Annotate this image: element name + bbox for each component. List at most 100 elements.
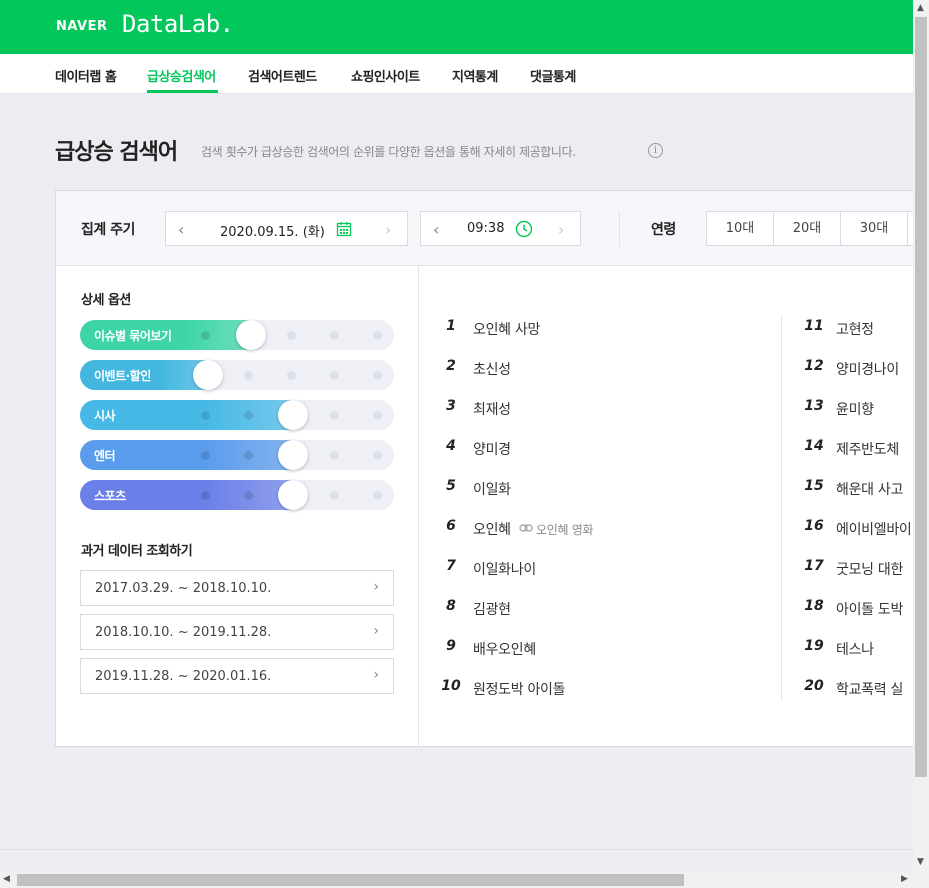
rank-keyword[interactable]: 에이비엘바이 [836,519,912,538]
date-prev-button[interactable]: ‹ [178,220,184,239]
age-30s-button[interactable]: 30대 [840,211,908,246]
related-keyword[interactable]: 오인혜 영화 [536,521,594,538]
rank-keyword[interactable]: 윤미향 [836,399,874,418]
rank-item[interactable]: 10 원정도박 아이돌 [441,678,741,698]
rank-keyword[interactable]: 오인혜 [473,519,511,538]
slider-step-dot[interactable] [201,411,210,420]
rank-keyword[interactable]: 굿모닝 대한 [836,559,903,578]
option-slider[interactable]: 시사 [80,400,394,430]
rank-item[interactable]: 14 제주반도체 [804,438,913,458]
rank-keyword[interactable]: 학교폭력 실 [836,679,903,698]
vertical-scroll-thumb[interactable] [915,17,927,777]
rank-item[interactable]: 15 해운대 사고 [804,478,913,498]
slider-step-dot[interactable] [373,371,382,380]
rank-item[interactable]: 2 초신성 [441,358,741,378]
slider-knob[interactable] [193,360,223,390]
scroll-down-icon[interactable]: ▼ [917,857,924,867]
nav-item-home[interactable]: 데이터랩 홈 [55,66,117,85]
slider-step-dot[interactable] [330,371,339,380]
rank-keyword[interactable]: 초신성 [473,359,511,378]
rank-item[interactable]: 4 양미경 [441,438,741,458]
rank-keyword[interactable]: 제주반도체 [836,439,899,458]
slider-step-dot[interactable] [244,451,253,460]
rank-keyword[interactable]: 해운대 사고 [836,479,903,498]
rank-keyword[interactable]: 고현정 [836,319,874,338]
slider-step-dot[interactable] [287,331,296,340]
clock-icon[interactable] [515,220,533,238]
nav-item-search-trend[interactable]: 검색어트렌드 [248,66,317,85]
slider-step-dot[interactable] [201,451,210,460]
rank-keyword[interactable]: 이일화 [473,479,511,498]
info-icon[interactable]: i [648,143,663,158]
age-20s-button[interactable]: 20대 [773,211,841,246]
rank-item[interactable]: 17 굿모닝 대한 [804,558,913,578]
rank-keyword[interactable]: 이일화나이 [473,559,536,578]
slider-step-dot[interactable] [244,371,253,380]
calendar-icon[interactable] [336,221,352,237]
slider-step-dot[interactable] [373,331,382,340]
scroll-left-icon[interactable]: ◀ [3,874,10,884]
horizontal-scrollbar[interactable]: ◀ ▶ [0,872,929,888]
rank-item[interactable]: 20 학교폭력 실 [804,678,913,698]
rank-keyword[interactable]: 최재성 [473,399,511,418]
history-range-button[interactable]: 2019.11.28. ~ 2020.01.16. › [80,658,394,694]
rank-item[interactable]: 11 고현정 [804,318,913,338]
slider-step-dot[interactable] [373,491,382,500]
history-range-button[interactable]: 2018.10.10. ~ 2019.11.28. › [80,614,394,650]
rank-item[interactable]: 9 배우오인혜 [441,638,741,658]
slider-step-dot[interactable] [373,411,382,420]
scroll-right-icon[interactable]: ▶ [901,874,908,884]
slider-step-dot[interactable] [201,491,210,500]
rank-item[interactable]: 6 오인혜 오인혜 영화 [441,518,741,538]
nav-item-comment-stats[interactable]: 댓글통계 [530,66,576,85]
nav-item-shopping-insight[interactable]: 쇼핑인사이트 [351,66,420,85]
rank-item[interactable]: 18 아이돌 도박 [804,598,913,618]
rank-item[interactable]: 7 이일화나이 [441,558,741,578]
time-next-button[interactable]: › [558,220,564,239]
slider-step-dot[interactable] [287,371,296,380]
rank-item[interactable]: 16 에이비엘바이 [804,518,913,538]
rank-item[interactable]: 1 오인혜 사망 [441,318,741,338]
datalab-logo[interactable]: DataLab. [122,10,234,38]
scroll-up-icon[interactable]: ▲ [917,3,924,13]
history-range-button[interactable]: 2017.03.29. ~ 2018.10.10. › [80,570,394,606]
vertical-scrollbar[interactable]: ▲ ▼ [913,0,929,872]
rank-item[interactable]: 19 테스나 [804,638,913,658]
slider-step-dot[interactable] [373,451,382,460]
slider-step-dot[interactable] [244,411,253,420]
slider-knob[interactable] [236,320,266,350]
option-slider[interactable]: 이벤트·할인 [80,360,394,390]
slider-knob[interactable] [278,400,308,430]
slider-step-dot[interactable] [330,411,339,420]
slider-knob[interactable] [278,440,308,470]
rank-keyword[interactable]: 양미경 [473,439,511,458]
slider-step-dot[interactable] [244,491,253,500]
option-slider[interactable]: 이슈별 묶어보기 [80,320,394,350]
rank-keyword[interactable]: 김광현 [473,599,511,618]
option-slider[interactable]: 스포츠 [80,480,394,510]
option-slider[interactable]: 엔터 [80,440,394,470]
slider-step-dot[interactable] [330,491,339,500]
rank-item[interactable]: 3 최재성 [441,398,741,418]
rank-item[interactable]: 12 양미경나이 [804,358,913,378]
rank-keyword[interactable]: 아이돌 도박 [836,599,903,618]
slider-step-dot[interactable] [201,331,210,340]
date-next-button[interactable]: › [385,220,391,239]
rank-keyword[interactable]: 오인혜 사망 [473,319,540,338]
rank-item[interactable]: 5 이일화 [441,478,741,498]
horizontal-scroll-thumb[interactable] [17,874,684,886]
time-prev-button[interactable]: ‹ [433,220,439,239]
nav-item-region-stats[interactable]: 지역통계 [452,66,498,85]
rank-keyword[interactable]: 원정도박 아이돌 [473,679,566,698]
slider-knob[interactable] [278,480,308,510]
naver-logo[interactable]: NAVER [56,19,108,34]
rank-keyword[interactable]: 테스나 [836,639,874,658]
nav-item-trending[interactable]: 급상승검색어 [147,66,216,85]
slider-step-dot[interactable] [330,451,339,460]
rank-item[interactable]: 13 윤미향 [804,398,913,418]
slider-step-dot[interactable] [330,331,339,340]
age-10s-button[interactable]: 10대 [706,211,774,246]
rank-keyword[interactable]: 양미경나이 [836,359,899,378]
rank-keyword[interactable]: 배우오인혜 [473,639,536,658]
rank-item[interactable]: 8 김광현 [441,598,741,618]
